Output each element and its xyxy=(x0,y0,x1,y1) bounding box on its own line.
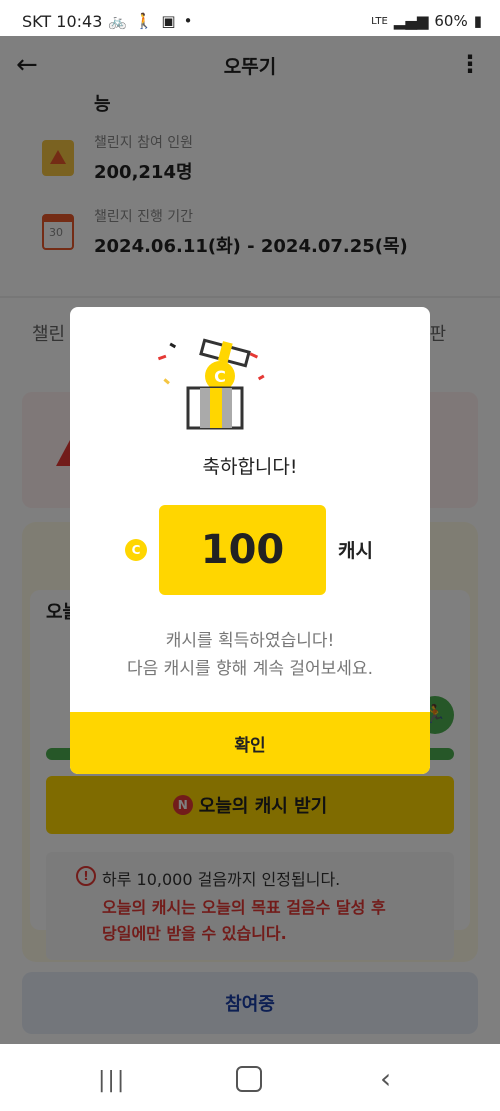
dot-icon: • xyxy=(183,12,193,30)
gift-box-icon: C xyxy=(157,338,265,430)
confirm-button[interactable]: 확인 xyxy=(70,712,430,774)
battery-level: 60% xyxy=(434,12,468,30)
system-nav-bar: ||| ‹ xyxy=(0,1044,500,1111)
image-icon: ▣ xyxy=(161,12,176,30)
battery-icon: ▮ xyxy=(473,12,482,30)
cash-unit: 캐시 xyxy=(338,540,373,562)
back-icon[interactable]: ‹ xyxy=(380,1062,391,1095)
svg-text:C: C xyxy=(214,367,226,386)
recent-apps-icon[interactable]: ||| xyxy=(98,1068,126,1093)
status-notification-icons: 🚲 🚶 ▣ • xyxy=(108,12,192,30)
coin-icon: C xyxy=(125,539,147,561)
dialog-title: 축하합니다! xyxy=(202,456,298,478)
status-right: LTE ▂▄▆ 60% ▮ xyxy=(371,12,482,30)
network-type: LTE xyxy=(371,15,388,27)
status-time: SKT 10:43 xyxy=(22,12,103,31)
dialog-message-1: 캐시를 획득하였습니다! xyxy=(165,631,335,651)
home-icon[interactable] xyxy=(236,1066,262,1092)
dialog-message-2: 다음 캐시를 향해 계속 걸어보세요. xyxy=(127,659,373,679)
walk-icon: 🚶 xyxy=(134,12,154,30)
bike-icon: 🚲 xyxy=(108,12,127,30)
cash-amount: 100 xyxy=(159,505,326,595)
signal-icon: ▂▄▆ xyxy=(393,12,429,30)
